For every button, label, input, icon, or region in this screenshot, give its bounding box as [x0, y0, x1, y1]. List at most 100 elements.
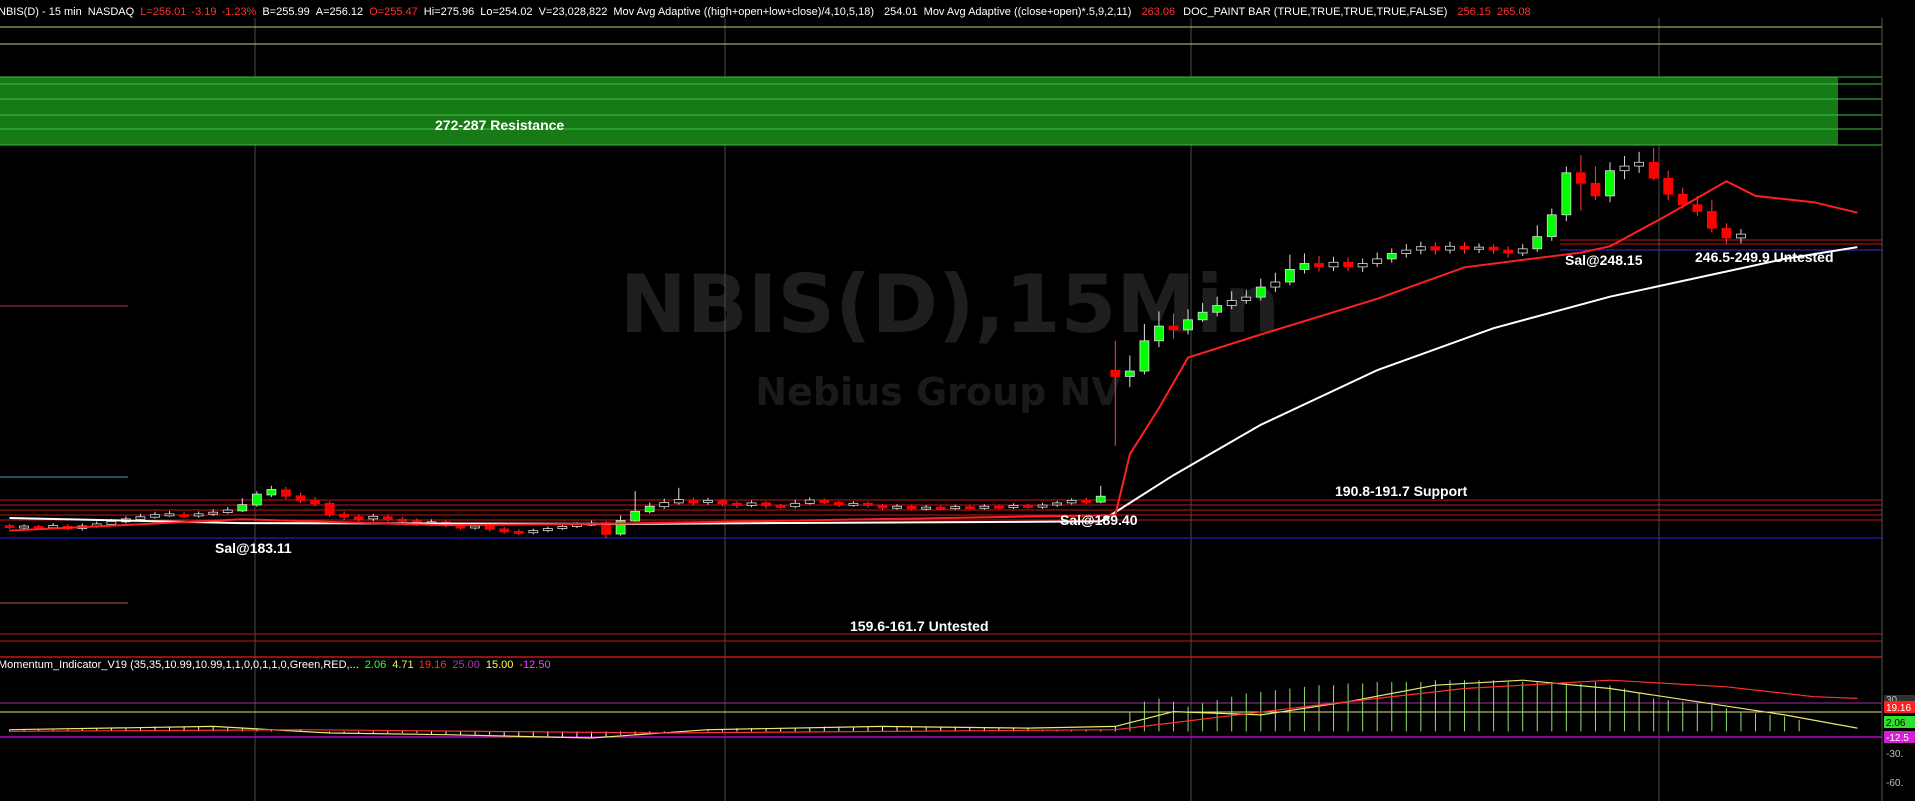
ask: A=256.12 — [316, 6, 363, 18]
candle-up — [470, 525, 481, 529]
candle-down — [1576, 172, 1586, 184]
candle-down — [717, 500, 728, 505]
candle-up — [266, 489, 277, 496]
candle-up — [1619, 165, 1630, 172]
candle-down — [1721, 227, 1732, 239]
candle-up — [1066, 499, 1077, 504]
candle-up — [208, 511, 219, 515]
ma1-label: Mov Avg Adaptive ((high+open+low+close)/… — [613, 6, 874, 18]
support-label: 190.8-191.7 Support — [1335, 483, 1468, 499]
candle-up — [1270, 281, 1281, 288]
candle-up — [848, 502, 859, 506]
candle-up — [1372, 258, 1383, 264]
candle-down — [1314, 263, 1324, 268]
candle-up — [1415, 246, 1426, 251]
candle-up — [1285, 268, 1295, 283]
candle-up — [237, 504, 248, 512]
candle-up — [1736, 233, 1746, 239]
volume: V=23,028,822 — [539, 6, 608, 18]
axis-tick: -60. — [1886, 778, 1903, 789]
candle-down — [1430, 246, 1441, 251]
axis-tick: 19.16 — [1886, 703, 1911, 714]
candle-up — [1546, 214, 1557, 238]
candle-down — [4, 525, 15, 528]
candle-up — [1299, 263, 1310, 270]
candle-up — [1197, 311, 1208, 321]
candle-down — [833, 502, 844, 506]
candle-down — [1488, 246, 1499, 251]
candle-up — [222, 509, 233, 513]
candle-up — [1139, 340, 1150, 372]
ma2-label: Mov Avg Adaptive ((close+open)*.5,9,2,11… — [924, 6, 1132, 18]
candle-up — [1212, 305, 1223, 313]
candle-up — [1008, 505, 1019, 508]
candle-down — [1081, 499, 1092, 503]
candle-up — [746, 502, 757, 506]
candle-down — [179, 514, 190, 518]
candle-down — [281, 489, 291, 497]
candle-down — [732, 502, 742, 506]
candle-down — [1663, 177, 1674, 195]
candle-up — [368, 515, 379, 520]
candle-up — [1052, 502, 1062, 506]
candle-up — [1561, 172, 1572, 216]
change: -3.19 — [191, 6, 216, 18]
candle-down — [1343, 261, 1353, 268]
candle-down — [906, 505, 917, 510]
candle-up — [1357, 263, 1368, 268]
candle-down — [499, 528, 510, 533]
candle-down — [964, 506, 975, 510]
candle-up — [703, 499, 713, 503]
candle-up — [1386, 253, 1397, 260]
momentum-value: 19.16 — [419, 659, 447, 671]
sal-label: Sal@248.15 — [1565, 252, 1643, 268]
candle-up — [557, 526, 568, 529]
candle-up — [164, 513, 175, 517]
candle-up — [1605, 170, 1615, 197]
resistance-label: 272-287 Resistance — [435, 117, 564, 133]
candle-down — [688, 499, 699, 504]
ma2-value: 263.06 — [1141, 6, 1175, 18]
ma1-value: 254.01 — [884, 6, 918, 18]
candle-up — [135, 516, 146, 520]
candle-up — [1474, 246, 1484, 250]
candle-down — [761, 502, 771, 507]
axis-tick: 2.06 — [1886, 718, 1906, 729]
candle-down — [877, 505, 888, 509]
low: Lo=254.02 — [480, 6, 532, 18]
candle-up — [790, 502, 801, 508]
last-price: L=256.01 — [140, 6, 186, 18]
candle-down — [819, 499, 830, 503]
candle-down — [310, 499, 320, 505]
candle-down — [775, 505, 786, 508]
candle-up — [542, 528, 553, 532]
candle-up — [1532, 236, 1543, 250]
candle-down — [324, 502, 335, 516]
momentum-value: 4.71 — [392, 659, 413, 671]
candle-up — [1095, 495, 1106, 503]
candle-up — [979, 505, 990, 509]
candle-down — [484, 525, 495, 530]
candle-up — [1401, 249, 1412, 254]
momentum-label: Momentum_Indicator_V19 (35,35,10.99,10.9… — [0, 659, 359, 671]
candle-down — [1590, 182, 1601, 197]
candle-down — [382, 516, 393, 521]
candle-up — [193, 513, 204, 517]
candle-up — [528, 530, 539, 534]
high: Hi=275.96 — [424, 6, 474, 18]
candle-up — [1124, 370, 1135, 377]
paint-value: 265.08 — [1497, 6, 1531, 18]
momentum-value: 2.06 — [365, 659, 386, 671]
sal-label: Sal@183.11 — [215, 540, 292, 556]
candle-up — [106, 521, 117, 525]
exchange: NASDAQ — [88, 6, 135, 18]
candle-up — [804, 499, 815, 504]
candle-up — [1154, 325, 1164, 342]
chart-header: NBIS(D) - 15 min NASDAQ L=256.01 -3.19 -1.23… — [0, 6, 1531, 18]
candle-down — [1168, 325, 1179, 331]
candle-up — [921, 506, 932, 510]
axis-tick: -30. — [1886, 749, 1903, 760]
candle-down — [397, 518, 408, 522]
candle-down — [1692, 204, 1703, 212]
candle-down — [295, 495, 306, 501]
